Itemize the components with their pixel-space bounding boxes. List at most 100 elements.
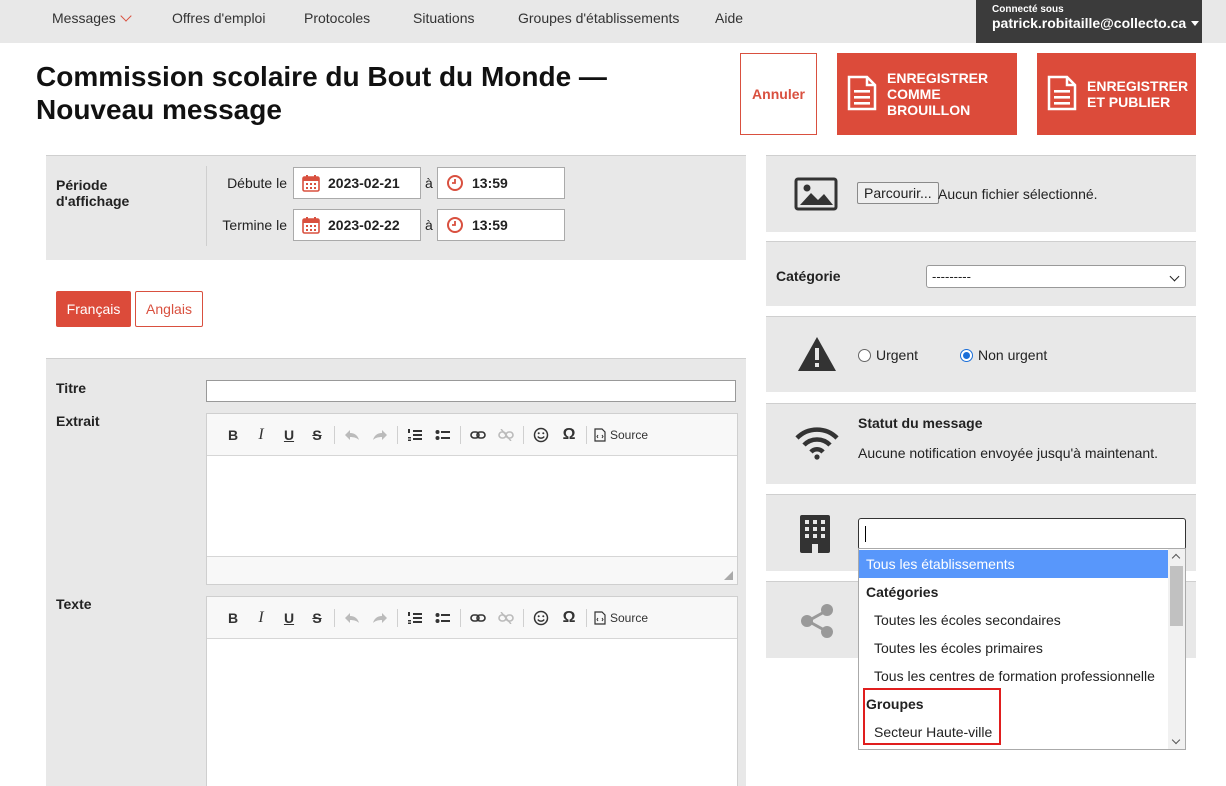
undo-button[interactable]	[338, 606, 366, 630]
message-content-panel: Titre Extrait B I U S Ω Source Texte B I…	[46, 358, 746, 786]
toolbar-divider	[523, 425, 524, 444]
scroll-down-icon[interactable]	[1171, 735, 1181, 745]
unlink-button[interactable]	[492, 423, 520, 447]
radio-urgent[interactable]: Urgent	[858, 347, 918, 363]
end-time-field[interactable]: 13:59	[437, 209, 565, 241]
excerpt-text-area[interactable]	[207, 456, 737, 556]
radio-not-urgent[interactable]: Non urgent	[960, 347, 1047, 363]
underline-button[interactable]: U	[275, 423, 303, 447]
user-menu[interactable]: Connecté sous patrick.robitaille@collect…	[976, 0, 1202, 43]
scrollbar-thumb[interactable]	[1170, 566, 1183, 626]
document-icon	[1047, 75, 1077, 114]
source-label: Source	[610, 610, 649, 625]
special-character-button[interactable]: Ω	[555, 606, 583, 630]
nav-job-offers[interactable]: Offres d'emploi	[172, 10, 265, 26]
radio-urgent-label: Urgent	[876, 347, 919, 363]
caret-down-icon	[1191, 21, 1200, 26]
start-time-field[interactable]: 13:59	[437, 167, 565, 199]
start-date-field[interactable]: 2023-02-21	[293, 167, 421, 199]
nav-situations[interactable]: Situations	[413, 10, 474, 26]
message-status-panel: Statut du message Aucune notification en…	[766, 403, 1196, 484]
establishments-search-input[interactable]	[858, 518, 1186, 550]
nav-establishment-groups[interactable]: Groupes d'établissements	[518, 10, 679, 26]
chevron-down-icon	[1169, 271, 1180, 282]
radio-urgent-circle	[858, 348, 871, 362]
emoji-button[interactable]	[527, 423, 555, 447]
dropdown-scrollbar[interactable]	[1168, 549, 1185, 749]
end-time-value: 13:59	[472, 217, 508, 233]
italic-button[interactable]: I	[247, 423, 275, 447]
special-character-button[interactable]: Ω	[555, 423, 583, 447]
nav-help[interactable]: Aide	[715, 10, 743, 26]
page-title: Commission scolaire du Bout du Monde — N…	[36, 60, 676, 126]
option-secondary-schools[interactable]: Toutes les écoles secondaires	[859, 606, 1169, 634]
option-vocational-centers[interactable]: Tous les centres de formation profession…	[859, 662, 1169, 690]
underline-button[interactable]: U	[275, 606, 303, 630]
clock-icon	[446, 174, 464, 192]
save-draft-label-3: BROUILLON	[887, 102, 971, 118]
excerpt-editor: B I U S Ω Source	[206, 413, 738, 585]
strikethrough-button[interactable]: S	[303, 423, 331, 447]
emoji-button[interactable]	[527, 606, 555, 630]
category-selected: ---------	[932, 269, 971, 284]
page-title-line-1: Commission scolaire du Bout du Monde —	[36, 61, 607, 92]
strikethrough-button[interactable]: S	[303, 606, 331, 630]
toolbar-divider	[397, 608, 398, 627]
editor-toolbar: B I U S Ω Source	[207, 597, 737, 639]
urgency-panel: Urgent Non urgent	[766, 316, 1196, 392]
source-button[interactable]: Source	[590, 428, 652, 442]
category-panel: Catégorie ---------	[766, 241, 1196, 306]
toolbar-divider	[586, 608, 587, 627]
end-label: Termine le	[222, 217, 287, 233]
link-button[interactable]	[464, 423, 492, 447]
period-label: Période d'affichage	[56, 177, 129, 209]
toolbar-divider	[586, 425, 587, 444]
browse-button[interactable]: Parcourir...	[857, 182, 939, 204]
editor-status-bar	[207, 556, 737, 584]
bullet-list-button[interactable]	[429, 423, 457, 447]
calendar-icon	[302, 216, 320, 234]
link-button[interactable]	[464, 606, 492, 630]
option-primary-schools[interactable]: Toutes les écoles primaires	[859, 634, 1169, 662]
save-publish-button[interactable]: ENREGISTRER ET PUBLIER	[1037, 53, 1196, 135]
redo-button[interactable]	[366, 606, 394, 630]
redo-button[interactable]	[366, 423, 394, 447]
italic-button[interactable]: I	[247, 606, 275, 630]
nav-protocols[interactable]: Protocoles	[304, 10, 370, 26]
nav-messages[interactable]: Messages	[52, 10, 132, 26]
editor-toolbar: B I U S Ω Source	[207, 414, 737, 456]
at-label: à	[425, 217, 433, 233]
top-navigation: Messages Offres d'emploi Protocoles Situ…	[0, 0, 1226, 43]
source-icon	[594, 610, 606, 625]
text-area[interactable]	[207, 639, 737, 786]
radio-not-urgent-label: Non urgent	[978, 347, 1048, 363]
tab-french[interactable]: Français	[56, 291, 131, 327]
toolbar-divider	[397, 425, 398, 444]
option-all-establishments[interactable]: Tous les établissements	[859, 550, 1169, 578]
save-draft-button[interactable]: ENREGISTRER COMME BROUILLON	[837, 53, 1017, 135]
unlink-button[interactable]	[492, 606, 520, 630]
title-input[interactable]	[206, 380, 736, 402]
numbered-list-button[interactable]	[401, 423, 429, 447]
toolbar-divider	[523, 608, 524, 627]
source-button[interactable]: Source	[590, 611, 652, 625]
numbered-list-button[interactable]	[401, 606, 429, 630]
undo-button[interactable]	[338, 423, 366, 447]
category-select[interactable]: ---------	[926, 265, 1186, 288]
calendar-icon	[302, 174, 320, 192]
scroll-up-icon[interactable]	[1171, 553, 1181, 563]
bold-button[interactable]: B	[219, 423, 247, 447]
page-title-line-2: Nouveau message	[36, 94, 282, 125]
cancel-button[interactable]: Annuler	[740, 53, 817, 135]
tab-english[interactable]: Anglais	[135, 291, 203, 327]
status-text: Aucune notification envoyée jusqu'à main…	[858, 445, 1158, 461]
source-icon	[594, 427, 606, 442]
end-date-field[interactable]: 2023-02-22	[293, 209, 421, 241]
resize-handle[interactable]	[724, 571, 733, 580]
chevron-down-icon	[120, 10, 132, 22]
bold-button[interactable]: B	[219, 606, 247, 630]
toolbar-divider	[334, 425, 335, 444]
save-draft-label-1: ENREGISTRER	[887, 70, 989, 86]
bullet-list-button[interactable]	[429, 606, 457, 630]
toolbar-divider	[460, 608, 461, 627]
